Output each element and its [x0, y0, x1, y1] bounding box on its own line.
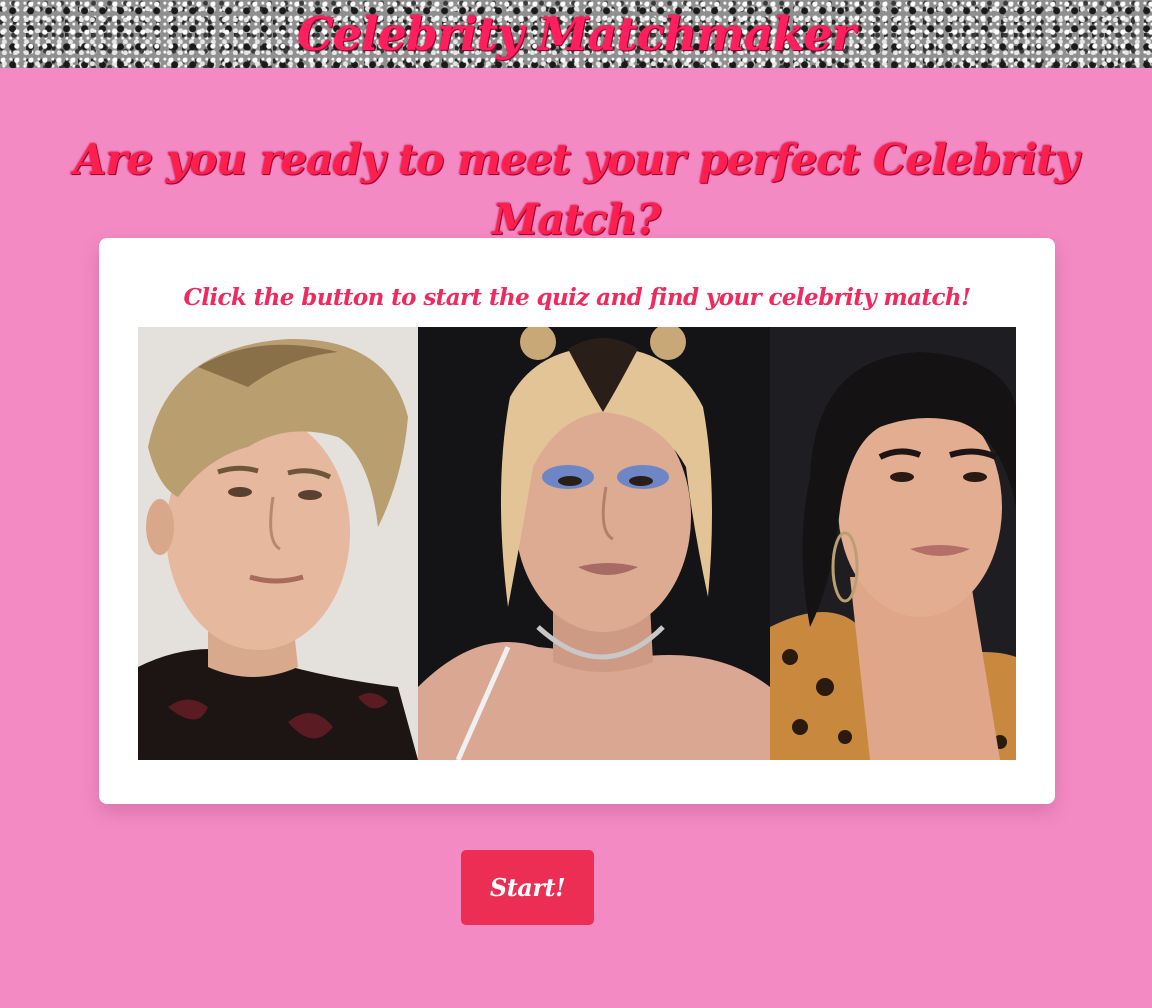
page-tagline: Are you ready to meet your perfect Celeb… — [73, 135, 1079, 244]
celebrity-portrait-3 — [770, 327, 1016, 760]
header-banner: Celebrity Matchmaker — [0, 0, 1152, 68]
quiz-instructions: Click the button to start the quiz and f… — [183, 284, 972, 311]
celebrity-photo-3 — [770, 327, 1016, 760]
celebrity-photo-collage — [138, 327, 1016, 760]
celebrity-photo-2 — [418, 327, 770, 760]
celebrity-portrait-2 — [418, 327, 770, 760]
site-title: Celebrity Matchmaker — [297, 7, 856, 61]
celebrity-portrait-1 — [138, 327, 418, 760]
celebrity-photo-1 — [138, 327, 418, 760]
intro-card: Click the button to start the quiz and f… — [99, 238, 1055, 804]
start-quiz-button[interactable]: Start! — [461, 850, 594, 925]
